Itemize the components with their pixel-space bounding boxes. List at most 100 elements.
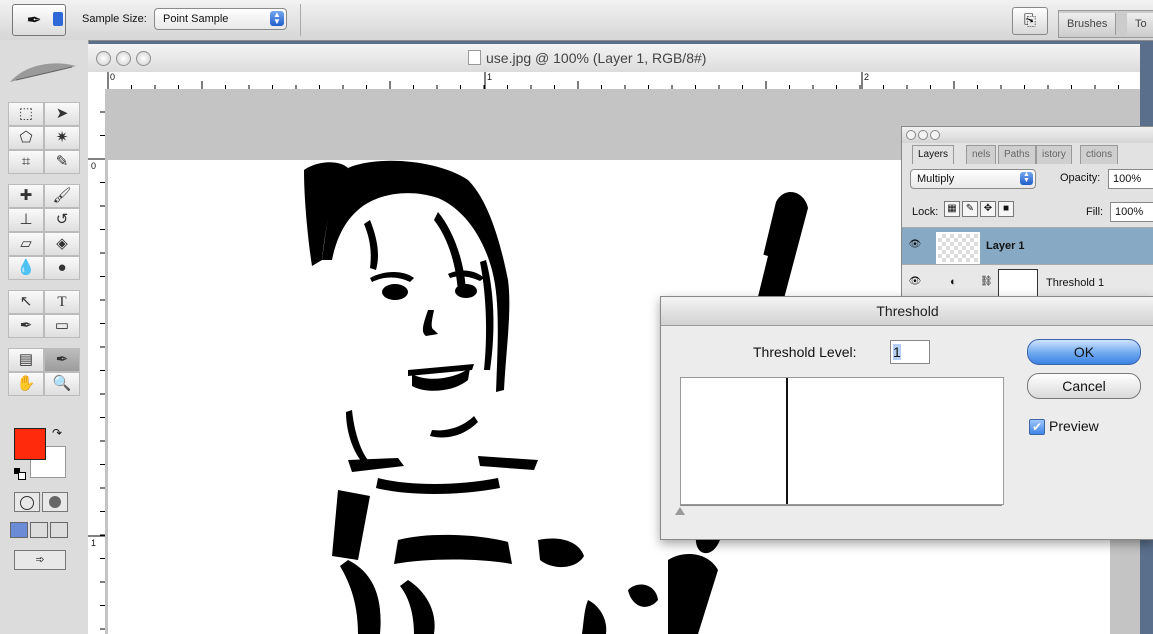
- horizontal-ruler: 0 1 2: [88, 72, 1140, 90]
- lock-pixels-button[interactable]: ✎: [962, 201, 978, 217]
- shape-icon: ▭: [54, 317, 70, 334]
- lock-transparency-button[interactable]: ▦: [944, 201, 960, 217]
- move-icon: ✥: [983, 203, 993, 214]
- quick-mask-icon: [49, 496, 61, 508]
- hand-tool[interactable]: ✋: [8, 372, 44, 396]
- zoom-tool[interactable]: 🔍: [44, 372, 80, 396]
- standard-screen-button[interactable]: [10, 522, 28, 538]
- checker-icon: ▦: [947, 203, 957, 214]
- jump-to-imageready-button[interactable]: ➾: [14, 550, 66, 570]
- pen-icon: ✒: [19, 317, 33, 334]
- notes-tool[interactable]: ▤: [8, 348, 44, 372]
- layers-titlebar: [902, 127, 1153, 143]
- tab-layers[interactable]: Layers: [912, 145, 955, 164]
- lasso-tool[interactable]: ⬠: [8, 126, 44, 150]
- minimize-window-button[interactable]: [116, 51, 131, 66]
- eye-icon[interactable]: 👁: [908, 276, 922, 288]
- file-icon: [468, 50, 481, 65]
- stepper-icon: ▲ ▼: [1020, 171, 1033, 185]
- vruler-label-0: 0: [91, 161, 97, 171]
- hand-icon: ✋: [16, 375, 36, 392]
- crop-tool[interactable]: ⌗: [8, 150, 44, 174]
- layer-name: Threshold 1: [1046, 277, 1105, 289]
- vruler-label-1: 1: [91, 538, 97, 548]
- zoom-palette-button[interactable]: [930, 130, 940, 140]
- move-icon: ➤: [55, 105, 69, 122]
- swap-colors-icon[interactable]: ↷: [52, 426, 62, 440]
- slice-icon: ✎: [55, 153, 69, 170]
- paint-bucket-tool[interactable]: ◈: [44, 232, 80, 256]
- magic-wand-icon: ✷: [55, 129, 69, 146]
- dodge-tool[interactable]: ●: [44, 256, 80, 280]
- threshold-level-input[interactable]: 1: [890, 340, 930, 364]
- adjustment-layer-icon: ◐: [950, 276, 957, 288]
- fill-input[interactable]: 100%: [1110, 202, 1153, 222]
- threshold-slider-handle[interactable]: [675, 507, 685, 515]
- clone-stamp-tool[interactable]: ⊥: [8, 208, 44, 232]
- blend-mode-value: Multiply: [917, 173, 955, 185]
- type-tool[interactable]: T: [44, 290, 80, 314]
- document-title-text: use.jpg @ 100% (Layer 1, RGB/8#): [486, 50, 707, 66]
- healing-brush-tool[interactable]: ✚: [8, 184, 44, 208]
- blend-mode-select[interactable]: Multiply ▲ ▼: [910, 169, 1036, 189]
- full-screen-menu-button[interactable]: [30, 522, 48, 538]
- tab-channels[interactable]: nels: [966, 145, 997, 164]
- tab-paths[interactable]: Paths: [998, 145, 1036, 164]
- eye-icon[interactable]: 👁: [908, 239, 922, 251]
- dodge-icon: ●: [57, 259, 67, 276]
- eraser-tool[interactable]: ▱: [8, 232, 44, 256]
- fill-label: Fill:: [1086, 206, 1104, 218]
- minimize-palette-button[interactable]: [918, 130, 928, 140]
- tab-brushes[interactable]: Brushes: [1059, 13, 1117, 35]
- move-tool[interactable]: ➤: [44, 102, 80, 126]
- preview-checkbox[interactable]: ✔: [1029, 419, 1045, 435]
- standard-mode-button[interactable]: [14, 492, 40, 512]
- slice-tool[interactable]: ✎: [44, 150, 80, 174]
- path-selection-tool[interactable]: ↖: [8, 290, 44, 314]
- crop-icon: ⌗: [21, 153, 31, 170]
- marquee-icon: ⬚: [18, 105, 34, 122]
- brush-icon: ✎: [965, 203, 975, 214]
- notes-icon: ▤: [18, 351, 34, 368]
- layer-mask-thumbnail: [998, 269, 1038, 299]
- quick-mask-button[interactable]: [42, 492, 68, 512]
- lock-label: Lock:: [912, 206, 939, 218]
- layer-row-layer-1[interactable]: 👁 Layer 1: [902, 227, 1153, 264]
- close-palette-button[interactable]: [906, 130, 916, 140]
- document-titlebar: use.jpg @ 100% (Layer 1, RGB/8#): [88, 44, 1140, 73]
- brush-tool[interactable]: 🖌: [44, 184, 80, 208]
- file-browser-icon: ⎘: [1023, 12, 1036, 29]
- tab-actions[interactable]: ctions: [1080, 145, 1119, 164]
- divider: [300, 4, 301, 36]
- ok-button[interactable]: OK: [1027, 339, 1141, 365]
- paint-bucket-icon: ◈: [56, 235, 68, 252]
- lock-position-button[interactable]: ✥: [980, 201, 996, 217]
- eyedropper-tool[interactable]: ✒: [44, 348, 80, 372]
- marquee-tool[interactable]: ⬚: [8, 102, 44, 126]
- tab-history[interactable]: istory: [1036, 145, 1072, 164]
- foreground-color-swatch[interactable]: [14, 428, 46, 460]
- pen-tool[interactable]: ✒: [8, 314, 44, 338]
- tab-tool-presets[interactable]: To: [1127, 13, 1153, 35]
- magic-wand-tool[interactable]: ✷: [44, 126, 80, 150]
- history-brush-icon: ↺: [55, 211, 69, 228]
- zoom-window-button[interactable]: [136, 51, 151, 66]
- tool-preset-picker[interactable]: ✒: [12, 4, 66, 36]
- ruler-label-0: 0: [110, 72, 116, 82]
- eyedropper-icon: ✒: [26, 10, 42, 30]
- full-screen-button[interactable]: [50, 522, 68, 538]
- cancel-button[interactable]: Cancel: [1027, 373, 1141, 399]
- layer-thumbnail: [936, 232, 980, 264]
- lock-icon: ■: [1002, 203, 1010, 214]
- history-brush-tool[interactable]: ↺: [44, 208, 80, 232]
- close-window-button[interactable]: [96, 51, 111, 66]
- opacity-input[interactable]: 100%: [1108, 169, 1153, 189]
- sample-size-select[interactable]: Point Sample ▲ ▼: [154, 8, 287, 30]
- palette-well-button[interactable]: ⎘: [1012, 7, 1048, 35]
- blur-tool[interactable]: 💧: [8, 256, 44, 280]
- shape-tool[interactable]: ▭: [44, 314, 80, 338]
- imageready-icon: ➾: [35, 554, 45, 566]
- options-bar: ✒ Sample Size: Point Sample ▲ ▼ ⎘ Brushes…: [0, 0, 1153, 41]
- default-colors-icon[interactable]: [14, 468, 26, 480]
- lock-all-button[interactable]: ■: [998, 201, 1014, 217]
